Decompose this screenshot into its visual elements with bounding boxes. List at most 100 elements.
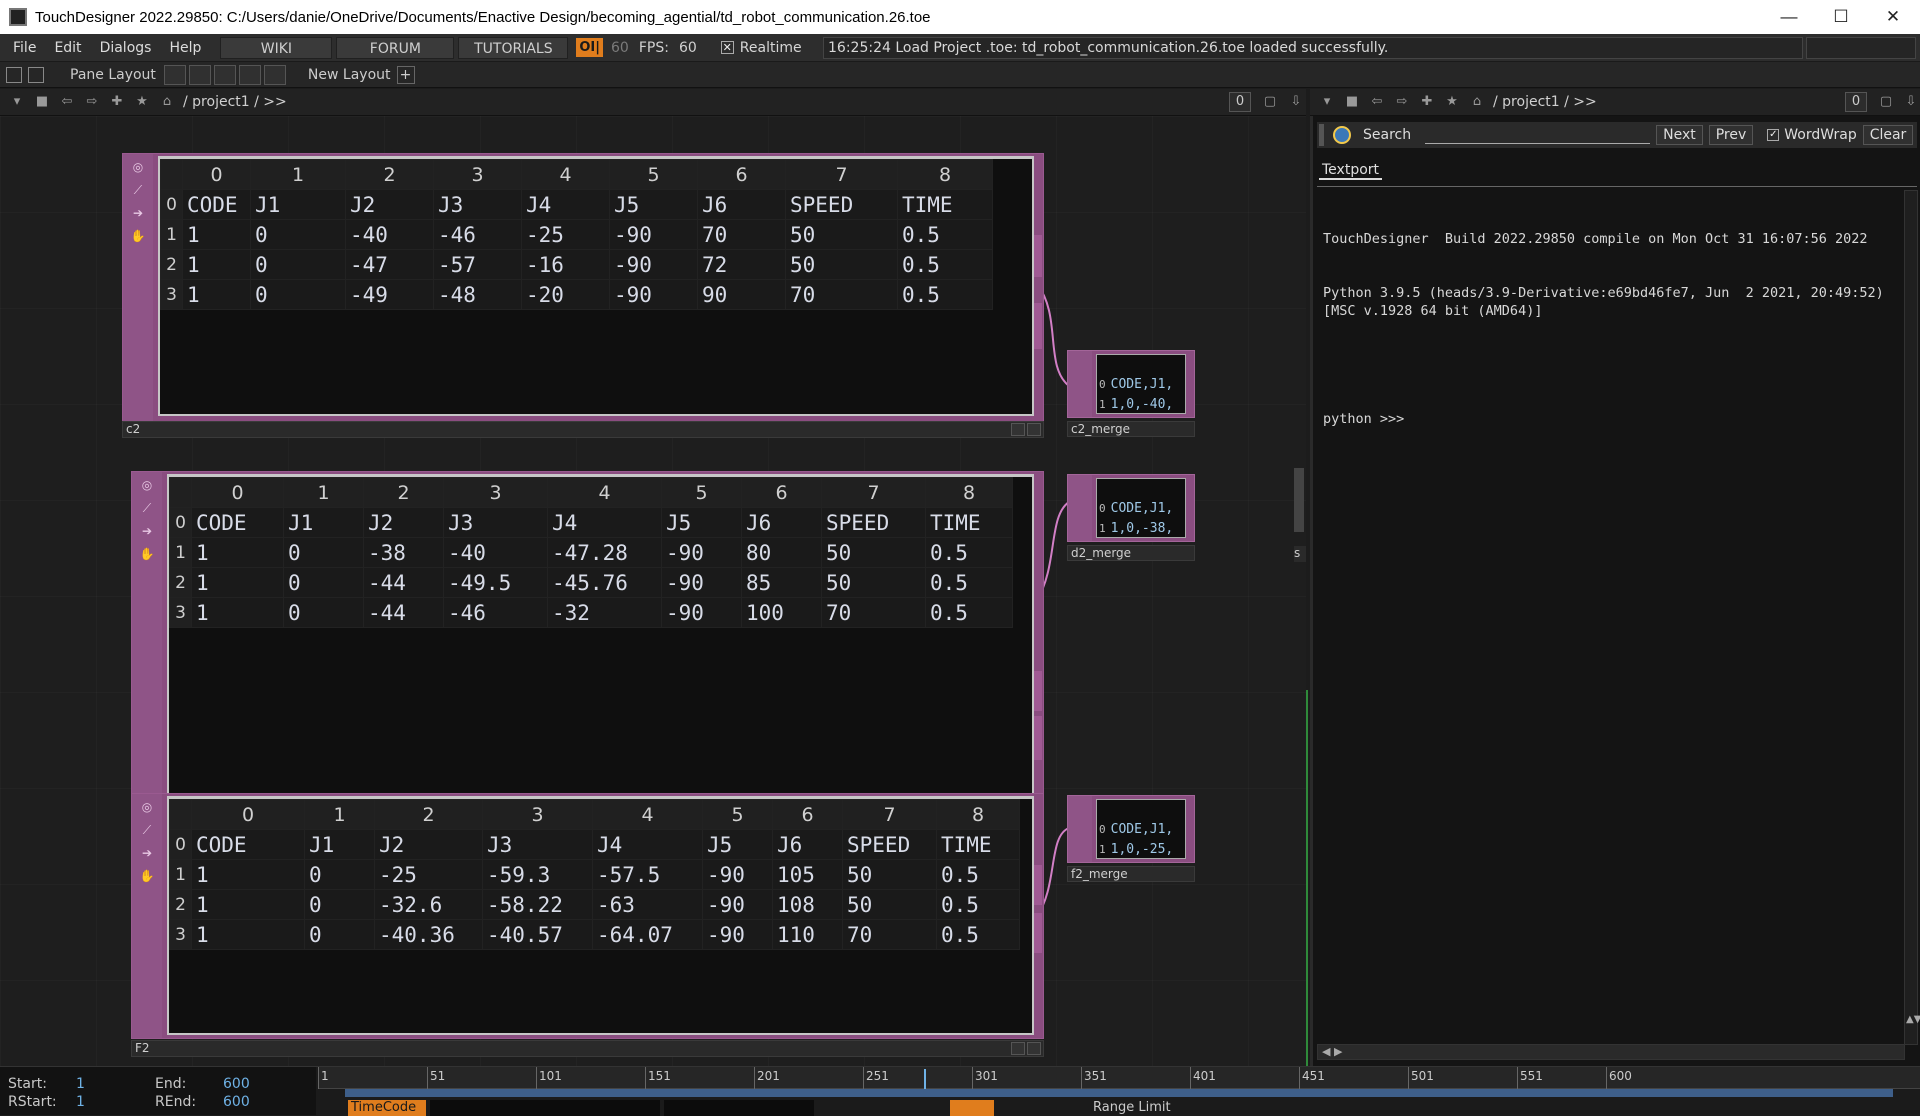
table-cell[interactable]: J5 xyxy=(702,829,773,860)
row-index[interactable]: 0 xyxy=(169,507,192,538)
table-cell[interactable]: -40 xyxy=(443,537,548,568)
table-viewer[interactable]: 0 1 2 3 4 5 6 7 8 0 CODE J1 J2 J3 J4 J5 J6 SPEED TIME 1 1 0 -3… xyxy=(167,474,1034,840)
start-value[interactable]: 1 xyxy=(76,1076,85,1092)
table-cell[interactable]: 0 xyxy=(283,537,364,568)
table-cell[interactable]: -25 xyxy=(374,859,483,890)
table-cell[interactable]: -90 xyxy=(661,537,742,568)
table-cell[interactable]: -44 xyxy=(363,597,444,628)
table-cell[interactable]: 80 xyxy=(741,537,822,568)
table-cell[interactable]: 0.5 xyxy=(925,597,1013,628)
table-node-f2[interactable]: ◎ ⟋ ➔ ✋ 0 1 2 3 4 5 6 7 8 0 CODE J1 J2 J3 J4 J5 J6 SPEED T… xyxy=(131,793,1044,1039)
column-index[interactable]: 8 xyxy=(925,477,1013,508)
textport-tab[interactable]: Textport xyxy=(1319,162,1383,180)
column-index[interactable]: 4 xyxy=(592,799,703,830)
column-index[interactable]: 8 xyxy=(936,799,1020,830)
column-index[interactable]: 6 xyxy=(741,477,822,508)
table-cell[interactable]: TIME xyxy=(925,507,1013,538)
layout-single[interactable] xyxy=(163,64,186,85)
table-cell[interactable]: 70 xyxy=(697,219,786,250)
lock-flag-icon[interactable]: ✋ xyxy=(139,868,155,884)
table-cell[interactable]: 1 xyxy=(191,537,284,568)
network-icon[interactable] xyxy=(28,66,44,83)
table-cell[interactable]: 0 xyxy=(304,889,375,920)
display-flag-icon[interactable]: ⟋ xyxy=(130,182,146,198)
table-cell[interactable]: J2 xyxy=(345,189,434,220)
node-name[interactable]: F2 xyxy=(135,1041,150,1055)
table-cell[interactable]: 0.5 xyxy=(897,219,993,250)
table-scrollbar[interactable] xyxy=(1034,716,1042,760)
table-cell[interactable]: TIME xyxy=(936,829,1020,860)
wiki-button[interactable]: WIKI xyxy=(220,36,333,59)
table-cell[interactable]: 108 xyxy=(772,889,843,920)
tutorials-button[interactable]: TUTORIALS xyxy=(458,36,569,59)
layout-four[interactable] xyxy=(263,64,286,85)
merge-name[interactable]: c2_merge xyxy=(1071,422,1130,436)
table-cell[interactable]: 0.5 xyxy=(936,889,1020,920)
merge-name[interactable]: d2_merge xyxy=(1071,546,1131,560)
column-index[interactable]: 1 xyxy=(304,799,375,830)
stop-icon[interactable]: ■ xyxy=(34,94,50,110)
wordwrap-checkbox[interactable]: ✓ xyxy=(1767,129,1780,141)
table-cell[interactable]: J3 xyxy=(433,189,522,220)
column-index[interactable]: 1 xyxy=(250,159,346,190)
column-index[interactable]: 5 xyxy=(661,477,742,508)
next-button[interactable]: Next xyxy=(1656,125,1703,145)
column-index[interactable]: 7 xyxy=(785,159,898,190)
table-cell[interactable]: -46 xyxy=(443,597,548,628)
table-cell[interactable]: CODE xyxy=(191,507,284,538)
viewer-toggle-icon[interactable]: ◎ xyxy=(139,799,155,815)
merge-node-c2[interactable]: 0 CODE,J1, 1 1,0,-40, xyxy=(1067,350,1195,418)
table-cell[interactable]: 50 xyxy=(821,537,926,568)
table-cell[interactable]: J4 xyxy=(521,189,610,220)
menu-help[interactable]: Help xyxy=(160,34,210,62)
rend-value[interactable]: 600 xyxy=(223,1094,250,1110)
timeline-ruler[interactable]: 1 51 101 151 201 251 301 351 401 451 501 551 600 xyxy=(318,1067,1920,1089)
column-index[interactable]: 4 xyxy=(547,477,662,508)
expand-button[interactable] xyxy=(1027,1042,1041,1055)
display-flag-icon[interactable]: ⟋ xyxy=(139,500,155,516)
table-cell[interactable]: 72 xyxy=(697,249,786,280)
menu-file[interactable]: File xyxy=(4,34,45,62)
forum-button[interactable]: FORUM xyxy=(336,36,455,59)
table-scrollbar[interactable] xyxy=(1034,235,1042,277)
table-cell[interactable]: -40 xyxy=(345,219,434,250)
table-cell[interactable]: -63 xyxy=(592,889,703,920)
table-cell[interactable]: -46 xyxy=(433,219,522,250)
textport-path-number[interactable]: 0 xyxy=(1845,92,1867,112)
table-cell[interactable]: -57.5 xyxy=(592,859,703,890)
layout-split-horizontal[interactable] xyxy=(213,64,236,85)
playhead[interactable] xyxy=(924,1069,926,1089)
table-cell[interactable]: J2 xyxy=(374,829,483,860)
stop-icon[interactable]: ■ xyxy=(1344,94,1360,110)
back-icon[interactable]: ⇦ xyxy=(1369,94,1385,110)
table-scrollbar[interactable] xyxy=(1034,303,1042,349)
forward-icon[interactable]: ⇨ xyxy=(1394,94,1410,110)
table-cell[interactable]: -47.28 xyxy=(547,537,662,568)
table-cell[interactable]: -25 xyxy=(521,219,610,250)
layout-three[interactable] xyxy=(238,64,261,85)
table-cell[interactable]: 0 xyxy=(250,279,346,310)
column-index[interactable]: 1 xyxy=(283,477,364,508)
search-input[interactable] xyxy=(1425,126,1651,144)
table-cell[interactable]: J1 xyxy=(250,189,346,220)
back-icon[interactable]: ⇦ xyxy=(59,94,75,110)
column-index[interactable]: 0 xyxy=(191,477,284,508)
table-cell[interactable]: 0.5 xyxy=(936,859,1020,890)
table-cell[interactable]: 50 xyxy=(821,567,926,598)
table-cell[interactable]: -90 xyxy=(702,859,773,890)
viewer-toggle-icon[interactable]: ◎ xyxy=(139,477,155,493)
textport-pane[interactable]: Search Next Prev ✓ WordWrap Clear Textpo… xyxy=(1310,116,1920,1066)
table-cell[interactable]: 70 xyxy=(842,919,937,950)
column-index[interactable]: 0 xyxy=(191,799,305,830)
column-index[interactable]: 3 xyxy=(443,477,548,508)
star-icon[interactable]: ★ xyxy=(1444,94,1460,110)
home-icon[interactable]: ⌂ xyxy=(159,94,175,110)
table-cell[interactable]: 1 xyxy=(191,889,305,920)
table-cell[interactable]: -40.36 xyxy=(374,919,483,950)
textport-output[interactable]: TouchDesigner Build 2022.29850 compile o… xyxy=(1323,194,1903,464)
table-cell[interactable]: -40.57 xyxy=(482,919,593,950)
table-cell[interactable]: 90 xyxy=(697,279,786,310)
table-cell[interactable]: -90 xyxy=(609,219,698,250)
row-index[interactable]: 3 xyxy=(169,919,192,950)
table-cell[interactable]: 1 xyxy=(191,859,305,890)
